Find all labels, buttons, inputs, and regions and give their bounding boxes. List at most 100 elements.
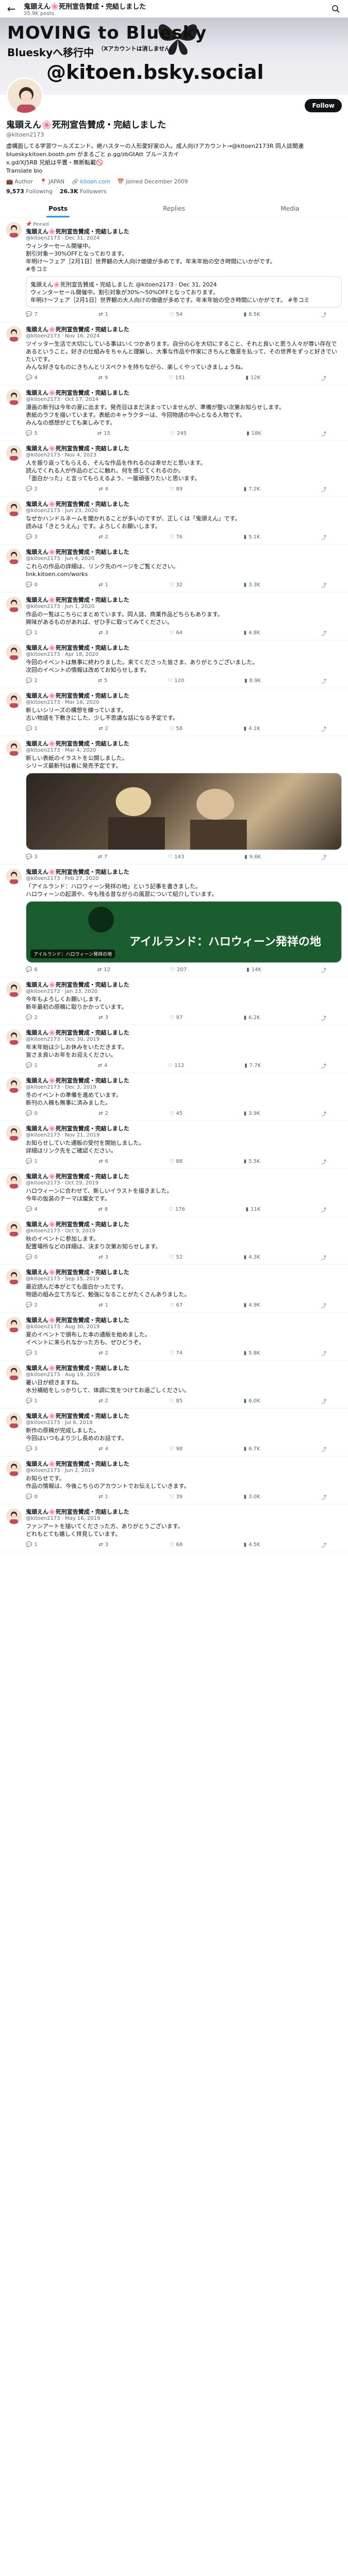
views-button[interactable]: ▮ 4.8K xyxy=(244,629,260,637)
retweet-button[interactable]: ⇄ 4 xyxy=(98,1062,108,1070)
share-button[interactable]: ⤴ xyxy=(321,1493,326,1501)
retweet-button[interactable]: ⇄ 6 xyxy=(98,1158,108,1165)
tweet-author-name[interactable]: 鬼頭えん🌸死刑宣告賛成・完結しました xyxy=(26,1173,129,1180)
share-button[interactable]: ⤴ xyxy=(321,1541,326,1549)
tweet-avatar[interactable] xyxy=(6,1317,22,1332)
tweet-author-name[interactable]: 鬼頭えん🌸死刑宣告賛成・完結しました xyxy=(26,869,129,875)
reply-button[interactable]: 💬 2 xyxy=(26,1301,38,1309)
tab-posts[interactable]: Posts xyxy=(0,200,116,217)
like-button[interactable]: ♡ 74 xyxy=(169,1349,183,1357)
share-button[interactable]: ⤴ xyxy=(321,581,326,589)
share-button[interactable]: ⤴ xyxy=(321,725,326,733)
tweet-author-name[interactable]: 鬼頭えん🌸死刑宣告賛成・完結しました xyxy=(26,1461,129,1467)
search-icon[interactable] xyxy=(328,2,343,16)
retweet-button[interactable]: ⇄ 3 xyxy=(98,1541,108,1549)
tweet-author-name[interactable]: 鬼頭えん🌸死刑宣告賛成・完結しました xyxy=(26,1269,129,1276)
tweet[interactable]: 鬼頭えん🌸死刑宣告賛成・完結しました @kitoen2173 · Jun 4, … xyxy=(0,545,348,592)
tab-media[interactable]: Media xyxy=(232,200,348,217)
share-button[interactable]: ⤴ xyxy=(321,1445,326,1453)
share-button[interactable]: ⤴ xyxy=(321,966,326,974)
tweet[interactable]: 鬼頭えん🌸死刑宣告賛成・完結しました @kitoen2173 · Aug 19,… xyxy=(0,1361,348,1409)
tweet-avatar[interactable] xyxy=(6,645,22,660)
views-button[interactable]: ▮ 7.2K xyxy=(244,485,260,493)
tweet-author-name[interactable]: 鬼頭えん🌸死刑宣告賛成・完結しました xyxy=(26,1077,129,1084)
share-button[interactable]: ⤴ xyxy=(321,1062,326,1070)
share-button[interactable]: ⤴ xyxy=(321,374,326,382)
reply-button[interactable]: 💬 1 xyxy=(26,1541,38,1549)
views-button[interactable]: ▮ 6.7K xyxy=(244,1445,260,1453)
tweet[interactable]: 鬼頭えん🌸死刑宣告賛成・完結しました @kitoen2173 · Oct 17,… xyxy=(0,385,348,441)
like-button[interactable]: ♡ 85 xyxy=(169,1397,183,1405)
tweet-author-name[interactable]: 鬼頭えん🌸死刑宣告賛成・完結しました xyxy=(26,1365,129,1371)
like-button[interactable]: ♡ 32 xyxy=(169,581,183,589)
tweet[interactable]: 鬼頭えん🌸死刑宣告賛成・完結しました @kitoen2173 · Feb 27,… xyxy=(0,865,348,977)
tweet[interactable]: 鬼頭えん🌸死刑宣告賛成・完結しました @kitoen2173 · Jun 1, … xyxy=(0,592,348,640)
tweet-avatar[interactable] xyxy=(6,326,22,342)
tweet-avatar[interactable] xyxy=(6,501,22,516)
reply-button[interactable]: 💬 1 xyxy=(26,1397,38,1405)
reply-button[interactable]: 💬 3 xyxy=(26,533,38,541)
tweet[interactable]: 鬼頭えん🌸死刑宣告賛成・完結しました @kitoen2173 · May 16,… xyxy=(0,1504,348,1552)
views-button[interactable]: ▮ 7.7K xyxy=(244,1062,261,1070)
tweet-avatar[interactable] xyxy=(6,1077,22,1093)
retweet-button[interactable]: ⇄ 1 xyxy=(98,1301,108,1309)
share-button[interactable]: ⤴ xyxy=(321,677,326,685)
views-button[interactable]: ▮ 6.0K xyxy=(244,1397,260,1405)
tweet-avatar[interactable] xyxy=(6,597,22,612)
views-button[interactable]: ▮ 12K xyxy=(246,374,261,382)
retweet-button[interactable]: ⇄ 4 xyxy=(98,1445,108,1453)
views-button[interactable]: ▮ 8.5K xyxy=(244,311,260,318)
tweet-avatar[interactable] xyxy=(6,1509,22,1524)
meta-link[interactable]: 🔗 kitoen.com xyxy=(72,178,110,185)
reply-button[interactable]: 💬 0 xyxy=(26,1253,38,1261)
views-button[interactable]: ▮ 5.1K xyxy=(244,533,260,541)
views-button[interactable]: ▮ 4.1K xyxy=(244,725,260,733)
like-button[interactable]: ♡ 39 xyxy=(169,1493,183,1501)
views-button[interactable]: ▮ 8.9K xyxy=(244,677,261,685)
share-button[interactable]: ⤴ xyxy=(321,311,326,318)
tweet-avatar[interactable] xyxy=(6,549,22,564)
like-button[interactable]: ♡ 207 xyxy=(170,966,187,974)
views-button[interactable]: ▮ 4.5K xyxy=(244,1541,260,1549)
share-button[interactable]: ⤴ xyxy=(321,1349,326,1357)
reply-button[interactable]: 💬 6 xyxy=(26,966,38,974)
tweet-avatar[interactable] xyxy=(6,1365,22,1380)
profile-avatar[interactable] xyxy=(6,77,43,114)
retweet-button[interactable]: ⇄ 7 xyxy=(98,853,108,861)
like-button[interactable]: ♡ 88 xyxy=(169,1158,183,1165)
like-button[interactable]: ♡ 64 xyxy=(169,629,183,637)
following-count-link[interactable]: 9,573 Following xyxy=(6,188,53,195)
tweet[interactable]: 鬼頭えん🌸死刑宣告賛成・完結しました @kitoen2173 · Aug 30,… xyxy=(0,1313,348,1361)
tweet[interactable]: 鬼頭えん🌸死刑宣告賛成・完結しました @kitoen2173 · Mar 4, … xyxy=(0,736,348,865)
like-button[interactable]: ♡ 89 xyxy=(169,485,183,493)
like-button[interactable]: ♡ 98 xyxy=(169,1445,183,1453)
views-button[interactable]: ▮ 5.5K xyxy=(244,1158,260,1165)
tweet[interactable]: 鬼頭えん🌸死刑宣告賛成・完結しました @kitoen2173 · Jan 23,… xyxy=(0,977,348,1025)
tweet[interactable]: 鬼頭えん🌸死刑宣告賛成・完結しました @kitoen2173 · Jun 23,… xyxy=(0,497,348,545)
tweet-avatar[interactable] xyxy=(6,445,22,461)
retweet-button[interactable]: ⇄ 2 xyxy=(98,725,108,733)
share-button[interactable]: ⤴ xyxy=(321,485,326,493)
tweet-avatar[interactable] xyxy=(6,1173,22,1189)
back-arrow-icon[interactable]: ← xyxy=(5,3,18,15)
tweet-image[interactable] xyxy=(26,773,342,850)
share-button[interactable]: ⤴ xyxy=(321,533,326,541)
tweet[interactable]: 鬼頭えん🌸死刑宣告賛成・完結しました @kitoen2173 · Oct 9, … xyxy=(0,1217,348,1265)
tweet-avatar[interactable] xyxy=(6,869,22,884)
share-button[interactable]: ⤴ xyxy=(321,1014,326,1022)
like-button[interactable]: ♡ 97 xyxy=(169,1014,183,1022)
like-button[interactable]: ♡ 67 xyxy=(169,1301,183,1309)
retweet-button[interactable]: ⇄ 15 xyxy=(97,430,110,437)
tweet-avatar[interactable] xyxy=(6,740,22,756)
share-button[interactable]: ⤴ xyxy=(321,1206,326,1213)
reply-button[interactable]: 💬 1 xyxy=(26,629,38,637)
reply-button[interactable]: 💬 2 xyxy=(26,485,38,493)
views-button[interactable]: ▮ 5.8K xyxy=(244,1349,260,1357)
reply-button[interactable]: 💬 0 xyxy=(26,1493,38,1501)
share-button[interactable]: ⤴ xyxy=(321,1158,326,1165)
tweet-author-name[interactable]: 鬼頭えん🌸死刑宣告賛成・完結しました xyxy=(26,389,129,396)
tweet[interactable]: 鬼頭えん🌸死刑宣告賛成・完結しました @kitoen2173 · Mar 16,… xyxy=(0,688,348,736)
retweet-button[interactable]: ⇄ 1 xyxy=(98,581,108,589)
follow-button[interactable]: Follow xyxy=(305,99,342,112)
share-button[interactable]: ⤴ xyxy=(321,1253,326,1261)
